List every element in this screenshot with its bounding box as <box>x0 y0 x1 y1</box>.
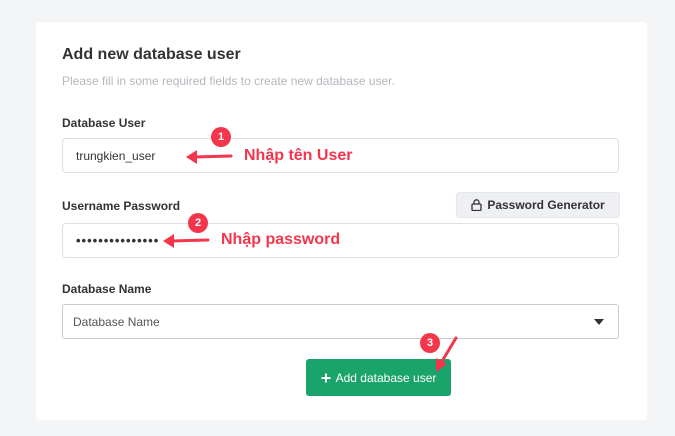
password-input[interactable]: ••••••••••••••• <box>62 223 619 258</box>
db-name-selected: Database Name <box>73 314 160 329</box>
page-subtitle: Please fill in some required fields to c… <box>62 74 395 88</box>
password-generator-label: Password Generator <box>487 198 605 212</box>
password-label: Username Password <box>62 199 181 213</box>
plus-icon <box>321 373 331 383</box>
step-3-arrow-icon <box>436 336 458 372</box>
db-name-select[interactable]: Database Name <box>62 304 619 339</box>
db-name-label: Database Name <box>62 282 152 296</box>
step-2-text: Nhập password <box>221 231 341 248</box>
password-generator-button[interactable]: Password Generator <box>456 192 620 218</box>
page-title: Add new database user <box>62 46 241 63</box>
step-2-badge: 2 <box>188 213 208 233</box>
step-1-badge: 1 <box>211 127 231 147</box>
step-1-text: Nhập tên User <box>244 147 353 164</box>
db-user-value: trungkien_user <box>76 148 156 163</box>
add-database-user-button[interactable]: Add database user <box>306 359 451 396</box>
add-db-user-card: Add new database user Please fill in som… <box>36 22 647 420</box>
db-user-label: Database User <box>62 116 146 130</box>
step-3-badge: 3 <box>420 333 440 353</box>
add-database-user-label: Add database user <box>335 370 437 385</box>
lock-icon <box>471 199 482 211</box>
password-value: ••••••••••••••• <box>76 233 160 248</box>
caret-down-icon <box>594 319 604 325</box>
